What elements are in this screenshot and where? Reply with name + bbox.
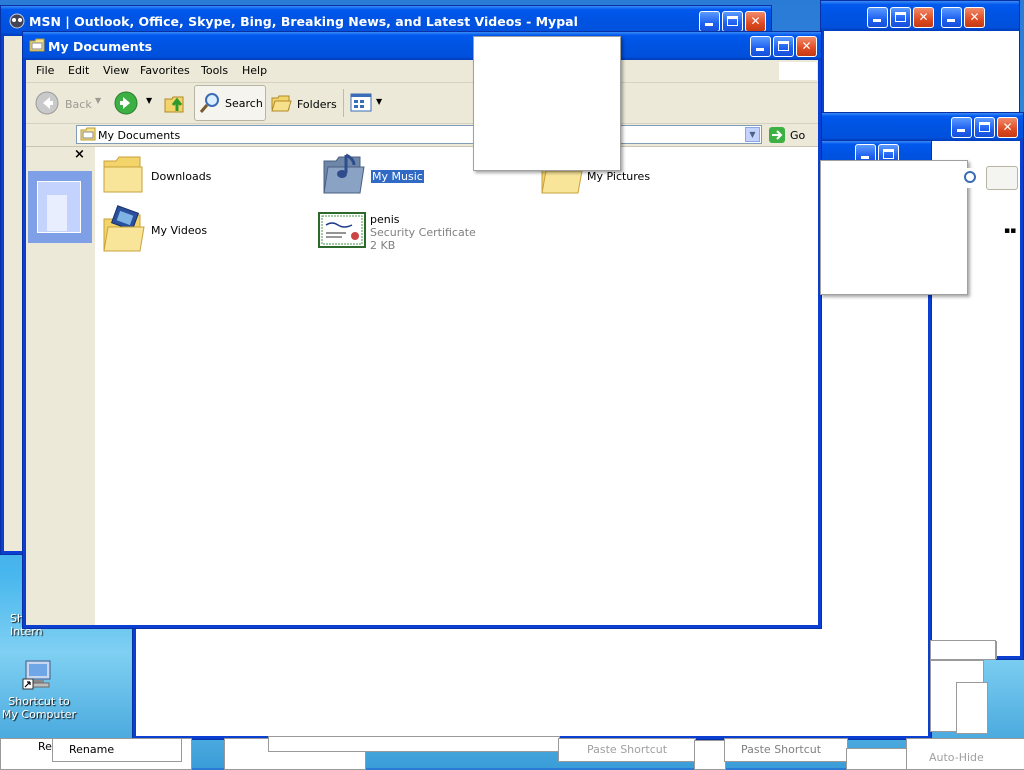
context-item-paste-shortcut-1[interactable]: Paste Shortcut	[558, 738, 696, 762]
folders-icon	[271, 92, 293, 117]
browser-minimize-button[interactable]	[699, 11, 720, 32]
menu-help[interactable]: Help	[242, 64, 267, 77]
up-folder-button[interactable]	[161, 87, 189, 119]
context-item-paste-shortcut-2[interactable]: Paste Shortcut	[724, 738, 848, 762]
toolbar-separator	[343, 89, 344, 117]
ghost-box-5	[846, 748, 908, 770]
forward-arrow-icon	[114, 91, 138, 118]
maximize-button[interactable]	[773, 36, 794, 57]
item-label-certificate: penis	[370, 213, 400, 226]
popup-panel-right	[820, 160, 968, 295]
go-arrow-icon	[768, 126, 786, 147]
item-label-downloads: Downloads	[151, 170, 212, 183]
folders-label: Folders	[297, 98, 337, 111]
search-icon	[198, 91, 222, 118]
desktop-shortcut-my-computer[interactable]: Shortcut to My Computer	[0, 655, 80, 725]
toolbar: Back ▼ ▼ Search Folders ▼	[26, 83, 818, 124]
bg-maximize-button[interactable]	[890, 7, 911, 28]
browser-close-icon[interactable]: ✕	[745, 11, 766, 32]
minimize-button[interactable]	[750, 36, 771, 57]
back-button[interactable]: Back ▼	[32, 87, 102, 119]
explorer-titlebar[interactable]: My Documents	[23, 32, 821, 60]
views-icon	[350, 93, 372, 116]
music-folder-icon	[320, 151, 366, 200]
background-window-right[interactable]: ✕ ✕	[820, 0, 1020, 120]
list-item[interactable]: My Music	[318, 151, 468, 197]
forward-button[interactable]: ▼	[111, 87, 156, 119]
context-item-rename[interactable]: Rename	[52, 738, 182, 762]
address-bar: My Documents ▼ Go	[26, 124, 818, 147]
partial-grid-icon: ▪▪	[1004, 226, 1017, 236]
menu-bar-right-box	[779, 62, 817, 80]
address-field[interactable]: My Documents ▼	[76, 125, 762, 144]
browser-app-icon	[9, 13, 25, 29]
mid-maximize-button[interactable]	[974, 117, 995, 138]
search-button[interactable]: Search	[194, 85, 266, 121]
folders-button[interactable]: Folders	[269, 87, 337, 119]
back-dropdown-icon[interactable]: ▼	[95, 96, 101, 105]
folder-title-icon	[29, 38, 45, 52]
desktop-shortcut-my-computer-label: Shortcut to My Computer	[1, 695, 77, 721]
context-rename-label: Rename	[69, 743, 115, 756]
up-folder-icon	[163, 91, 187, 118]
paste-shortcut-label-1: Paste Shortcut	[587, 743, 668, 756]
address-value: My Documents	[98, 129, 181, 142]
certificate-icon	[318, 211, 366, 254]
menu-bar: File Edit View Favorites Tools Help	[26, 60, 818, 83]
content-area: × Downloads My Music My Pictures My Vide…	[26, 147, 818, 625]
mid-minimize-button[interactable]	[951, 117, 972, 138]
ghost-box-4	[694, 740, 726, 770]
menu-edit[interactable]: Edit	[68, 64, 89, 77]
partial-search-icon	[960, 168, 980, 188]
close-icon[interactable]: ✕	[796, 36, 817, 57]
item-detail-certificate: Security Certificate	[370, 226, 476, 239]
auto-hide-label: Auto-Hide	[929, 751, 984, 764]
menu-favorites[interactable]: Favorites	[140, 64, 190, 77]
partial-button-box[interactable]	[986, 166, 1018, 190]
back-arrow-icon	[35, 91, 59, 118]
paste-shortcut-label-2: Paste Shortcut	[741, 743, 822, 756]
popup-panel-top	[473, 36, 621, 171]
explorer-window[interactable]: My Documents ✕ File Edit View Favorites …	[22, 31, 822, 629]
browser-title: MSN | Outlook, Office, Skype, Bing, Brea…	[29, 14, 578, 29]
menu-view[interactable]: View	[103, 64, 129, 77]
bg-close-icon[interactable]: ✕	[913, 7, 934, 28]
bg2-close-icon[interactable]: ✕	[964, 7, 985, 28]
menu-file[interactable]: File	[36, 64, 54, 77]
pane-close-icon[interactable]: ×	[74, 147, 85, 162]
ghost-stack-right-3	[930, 640, 996, 660]
go-button[interactable]: Go	[766, 125, 816, 144]
go-label: Go	[790, 129, 806, 142]
item-label-my-pictures: My Pictures	[587, 170, 651, 183]
address-folder-icon	[80, 127, 96, 144]
item-size-certificate: 2 KB	[370, 239, 396, 252]
ghost-box-3	[268, 736, 560, 752]
forward-dropdown-icon[interactable]: ▼	[146, 96, 152, 105]
list-item[interactable]: Downloads	[98, 155, 248, 197]
folder-icon	[102, 155, 144, 198]
task-pane: ×	[26, 147, 95, 625]
computer-icon	[22, 659, 54, 691]
explorer-title: My Documents	[48, 39, 153, 54]
browser-maximize-button[interactable]	[722, 11, 743, 32]
item-label-my-videos: My Videos	[151, 224, 208, 237]
views-dropdown-icon: ▼	[376, 97, 383, 106]
videos-folder-icon	[100, 205, 148, 258]
context-item-auto-hide[interactable]: Auto-Hide	[906, 738, 1024, 770]
ghost-stack-right-2	[956, 682, 988, 734]
mid-close-icon[interactable]: ✕	[997, 117, 1018, 138]
list-item[interactable]: penis Security Certificate 2 KB	[316, 209, 516, 259]
context-rename-partial-label: Re	[38, 740, 52, 753]
item-label-my-music: My Music	[371, 170, 424, 183]
search-label: Search	[225, 97, 263, 110]
list-item[interactable]: My Videos	[98, 205, 248, 257]
bg2-minimize-button[interactable]	[941, 7, 962, 28]
task-pane-preview	[28, 171, 92, 243]
address-dropdown-button[interactable]: ▼	[745, 127, 760, 142]
back-label: Back	[65, 98, 92, 111]
bg-minimize-button[interactable]	[867, 7, 888, 28]
views-button[interactable]: ▼	[348, 87, 384, 119]
menu-tools[interactable]: Tools	[201, 64, 228, 77]
